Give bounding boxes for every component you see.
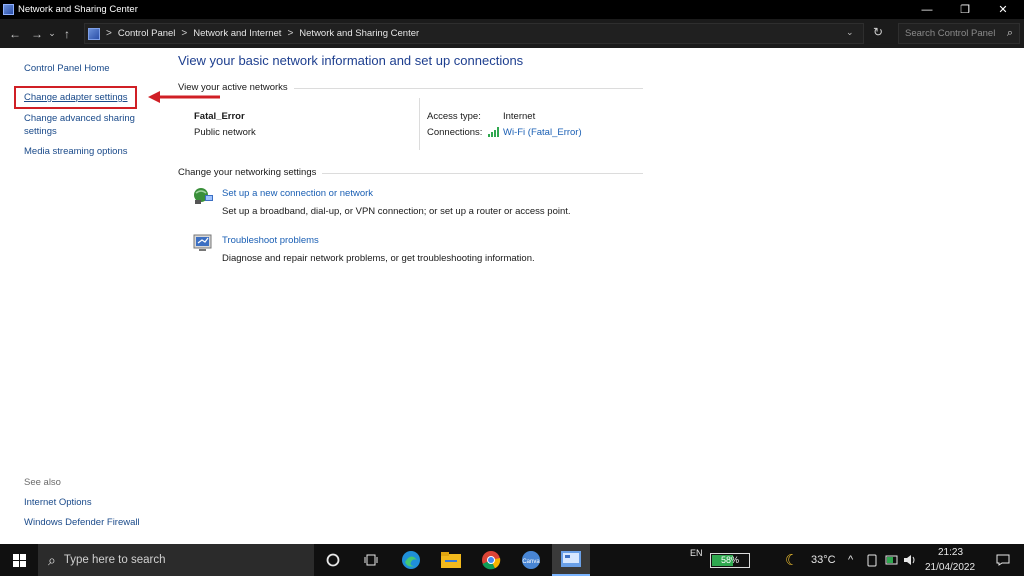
battery-indicator[interactable]: 58% bbox=[710, 553, 750, 568]
window-title: Network and Sharing Center bbox=[18, 4, 138, 15]
networking-settings-heading: Change your networking settings bbox=[178, 167, 317, 178]
search-placeholder: Search Control Panel bbox=[905, 28, 996, 39]
task-view-icon[interactable] bbox=[352, 544, 390, 576]
breadcrumb-network-and-internet[interactable]: Network and Internet bbox=[193, 28, 281, 39]
setup-new-connection-description: Set up a broadband, dial-up, or VPN conn… bbox=[222, 206, 571, 217]
new-connection-icon bbox=[194, 188, 213, 204]
link-line-2: settings bbox=[24, 126, 57, 137]
file-explorer-icon[interactable] bbox=[432, 544, 470, 576]
network-type: Public network bbox=[194, 127, 256, 138]
battery-percentage: 58% bbox=[720, 555, 739, 565]
page-title: View your basic network information and … bbox=[178, 53, 524, 68]
canva-icon[interactable]: Canva bbox=[512, 544, 550, 576]
back-button[interactable]: ← bbox=[6, 27, 24, 41]
network-center-app-icon bbox=[3, 4, 14, 15]
title-bar: Network and Sharing Center bbox=[0, 0, 1024, 19]
input-language-indicator[interactable]: EN bbox=[690, 548, 703, 558]
access-type-value: Internet bbox=[503, 111, 536, 122]
section-divider bbox=[322, 173, 643, 174]
network-name: Fatal_Error bbox=[194, 111, 245, 122]
breadcrumb-network-and-sharing-center[interactable]: Network and Sharing Center bbox=[299, 28, 419, 39]
access-type-label: Access type: bbox=[427, 111, 481, 122]
section-divider bbox=[294, 88, 643, 89]
change-advanced-sharing-settings-link[interactable]: Change advanced sharing settings bbox=[24, 112, 135, 138]
minimize-button[interactable]: — bbox=[908, 0, 946, 19]
windows-defender-firewall-link[interactable]: Windows Defender Firewall bbox=[24, 516, 140, 529]
taskbar-search-box[interactable]: ⌕ Type here to search bbox=[38, 544, 314, 576]
show-hidden-icons-chevron[interactable]: ^ bbox=[848, 554, 853, 566]
breadcrumb-separator: > bbox=[181, 28, 188, 39]
close-button[interactable]: ✕ bbox=[984, 0, 1022, 19]
edge-icon[interactable] bbox=[392, 544, 430, 576]
search-control-panel-input[interactable]: Search Control Panel ⌕ bbox=[898, 23, 1020, 44]
search-icon: ⌕ bbox=[48, 551, 56, 568]
taskbar-search-placeholder: Type here to search bbox=[63, 554, 166, 566]
link-line-1: Change advanced sharing bbox=[24, 113, 135, 124]
clock-date[interactable]: 21/04/2022 bbox=[925, 562, 975, 573]
taskbar: ⌕ Type here to search Canva EN ☾ 33°C ^ … bbox=[0, 544, 1024, 576]
weather-moon-icon[interactable]: ☾ bbox=[785, 551, 798, 569]
temperature-readout[interactable]: 33°C bbox=[811, 554, 836, 566]
address-dropdown-button[interactable]: ⌄ bbox=[846, 27, 854, 38]
active-networks-heading: View your active networks bbox=[178, 82, 288, 93]
chrome-icon[interactable] bbox=[472, 544, 510, 576]
windows-logo-icon bbox=[12, 553, 26, 567]
battery-saver-icon[interactable] bbox=[882, 544, 902, 576]
recent-locations-button[interactable]: ⌄ bbox=[46, 28, 58, 39]
vertical-divider bbox=[419, 98, 420, 150]
breadcrumb-separator: > bbox=[287, 28, 294, 39]
wifi-connection-link[interactable]: Wi-Fi (Fatal_Error) bbox=[503, 127, 582, 138]
troubleshoot-problems-description: Diagnose and repair network problems, or… bbox=[222, 253, 535, 264]
search-icon: ⌕ bbox=[1006, 27, 1013, 39]
control-panel-home-link[interactable]: Control Panel Home bbox=[24, 62, 110, 75]
breadcrumb[interactable]: > Control Panel > Network and Internet >… bbox=[84, 23, 864, 44]
svg-text:Canva: Canva bbox=[522, 559, 540, 565]
cortana-icon[interactable] bbox=[314, 544, 352, 576]
phone-link-icon[interactable] bbox=[862, 544, 882, 576]
refresh-button[interactable]: ↻ bbox=[868, 25, 888, 39]
notification-center-icon[interactable] bbox=[986, 544, 1020, 576]
restore-button[interactable]: ❐ bbox=[946, 0, 984, 19]
connections-label: Connections: bbox=[427, 127, 483, 138]
forward-button[interactable]: → bbox=[28, 27, 46, 41]
internet-options-link[interactable]: Internet Options bbox=[24, 496, 92, 509]
wifi-signal-icon bbox=[488, 127, 499, 137]
see-also-heading: See also bbox=[24, 477, 61, 488]
breadcrumb-separator: > bbox=[106, 28, 112, 39]
control-panel-taskbar-icon[interactable] bbox=[552, 544, 590, 576]
troubleshoot-icon bbox=[193, 234, 212, 251]
breadcrumb-control-panel[interactable]: Control Panel bbox=[118, 28, 176, 39]
setup-new-connection-link[interactable]: Set up a new connection or network bbox=[222, 188, 373, 199]
media-streaming-options-link[interactable]: Media streaming options bbox=[24, 145, 128, 158]
volume-icon[interactable] bbox=[900, 544, 920, 576]
highlight-box bbox=[14, 86, 137, 109]
start-button[interactable] bbox=[0, 544, 38, 576]
clock-time[interactable]: 21:23 bbox=[938, 547, 963, 558]
up-button[interactable]: ↑ bbox=[58, 27, 76, 41]
control-panel-icon bbox=[88, 27, 100, 40]
troubleshoot-problems-link[interactable]: Troubleshoot problems bbox=[222, 235, 319, 246]
